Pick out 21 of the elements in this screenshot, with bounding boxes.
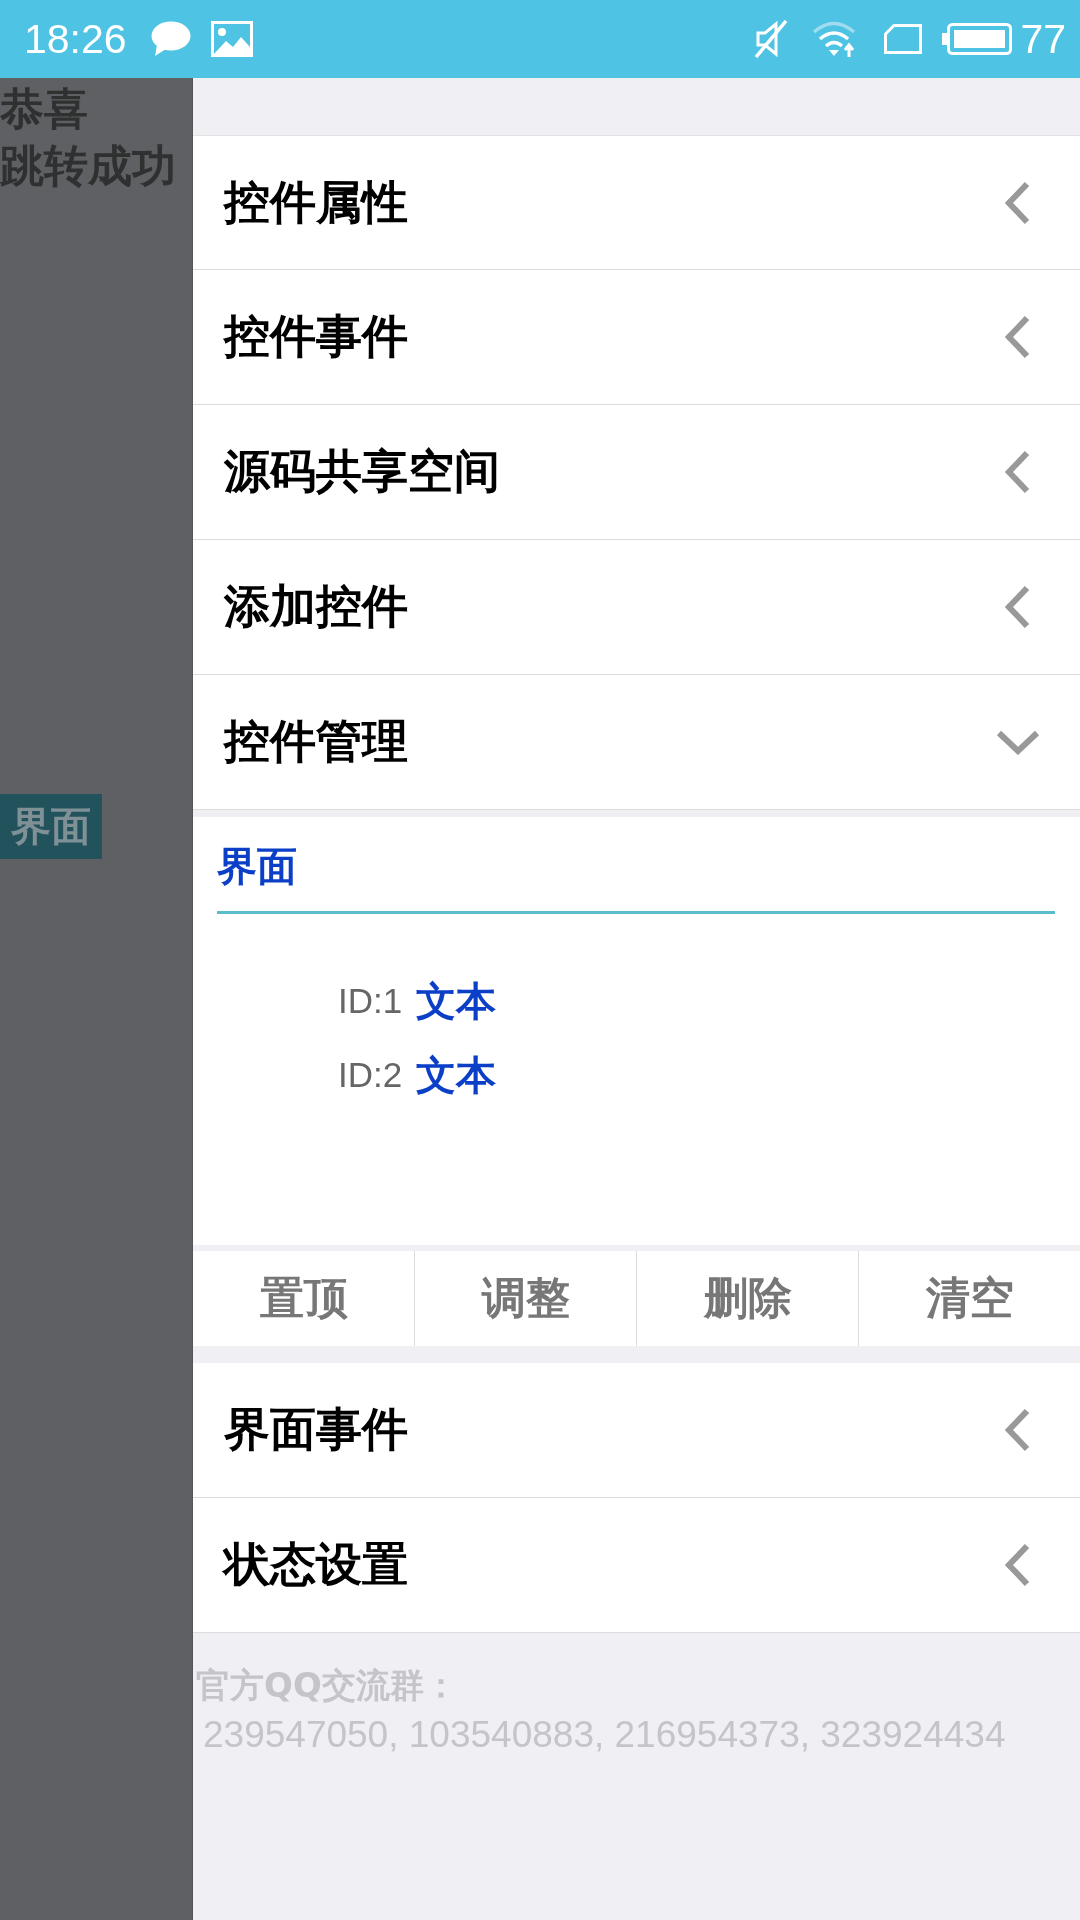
accordion-header[interactable]: 添加控件 <box>193 540 1080 675</box>
battery-percent: 77 <box>1020 18 1066 60</box>
action-button[interactable]: 删除 <box>637 1251 859 1346</box>
accordion-header[interactable]: 界面事件 <box>193 1363 1080 1498</box>
mute-icon <box>754 20 789 58</box>
action-button[interactable]: 置顶 <box>193 1251 415 1346</box>
accordion-header[interactable]: 状态设置 <box>193 1498 1080 1633</box>
action-button[interactable]: 调整 <box>415 1251 637 1346</box>
tree-item[interactable]: ID:1 文本 <box>338 964 497 1038</box>
battery-icon <box>942 23 1013 55</box>
accordion-header[interactable]: 控件事件 <box>193 270 1080 405</box>
accordion-header[interactable]: 控件管理 <box>193 675 1080 810</box>
accordion-header[interactable]: 源码共享空间 <box>193 405 1080 540</box>
image-icon <box>210 21 253 57</box>
accordion-header[interactable]: 控件属性 <box>193 135 1080 270</box>
action-button[interactable]: 清空 <box>859 1251 1080 1346</box>
sim-card-icon <box>884 24 923 54</box>
chat-bubble-icon <box>150 21 191 57</box>
tree-item[interactable]: ID:2 文本 <box>338 1038 497 1112</box>
status-time: 18:26 <box>24 18 127 60</box>
tree-root-node[interactable]: 界面 <box>217 839 1055 914</box>
